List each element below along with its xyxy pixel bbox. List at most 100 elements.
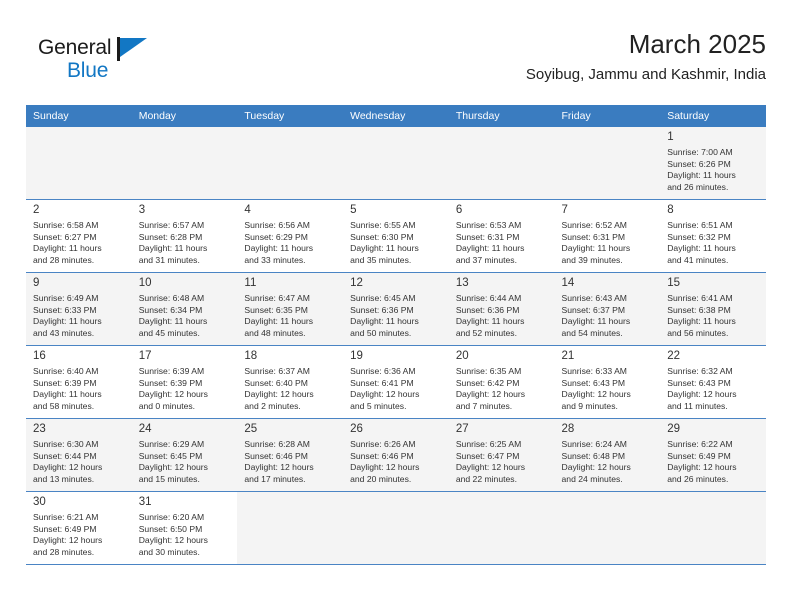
day-sun-info-line: Sunset: 6:47 PM — [455, 450, 520, 461]
page-subtitle: Soyibug, Jammu and Kashmir, India — [525, 66, 766, 83]
calendar-day-cell[interactable]: 5 Sunrise: 6:55 AM Sunset: 6:30 PM Daylight… — [343, 199, 449, 273]
day-number: 20 — [455, 350, 469, 362]
calendar-day-cell[interactable]: 19 Sunrise: 6:36 AM Sunset: 6:41 PM Dayligh… — [343, 345, 449, 419]
day-sun-info: Sunrise: 6:20 AM Sunset: 6:50 PM Daylight:… — [139, 512, 232, 558]
day-sun-info-line: Daylight: 12 hours — [455, 462, 526, 473]
day-sun-info-line: Sunset: 6:32 PM — [667, 231, 731, 242]
page-header: General Blue March 2025 Soyibug, Jammu a… — [26, 28, 766, 94]
day-sun-info-line: Sunrise: 6:51 AM — [667, 220, 733, 230]
calendar-day-cell[interactable]: 3 Sunrise: 6:57 AM Sunset: 6:28 PM Daylight… — [131, 199, 238, 273]
calendar-day-cell[interactable]: 30 Sunrise: 6:21 AM Sunset: 6:49 PM Dayligh… — [26, 491, 132, 565]
calendar-day-cell[interactable]: 28 Sunrise: 6:24 AM Sunset: 6:48 PM Dayligh… — [554, 418, 661, 492]
day-sun-info-line: Sunrise: 6:36 AM — [350, 366, 416, 376]
day-sun-info-line: Sunrise: 6:20 AM — [138, 512, 205, 522]
calendar-day-cell[interactable]: 21 Sunrise: 6:33 AM Sunset: 6:43 PM Dayligh… — [554, 345, 661, 419]
day-sun-info: Sunrise: 6:36 AM Sunset: 6:41 PM Daylight:… — [350, 366, 443, 412]
day-sun-info-line: and 50 minutes. — [350, 327, 412, 338]
calendar-day-cell[interactable]: 27 Sunrise: 6:25 AM Sunset: 6:47 PM Dayligh… — [448, 418, 555, 492]
calendar-day-cell[interactable]: 16 Sunrise: 6:40 AM Sunset: 6:39 PM Dayligh… — [26, 345, 132, 419]
day-sun-info-line: and 54 minutes. — [561, 327, 623, 338]
calendar-day-cell[interactable]: 29 Sunrise: 6:22 AM Sunset: 6:49 PM Dayligh… — [660, 418, 766, 492]
day-sun-info-line: Sunset: 6:28 PM — [138, 231, 203, 242]
day-sun-info: Sunrise: 6:47 AM Sunset: 6:35 PM Daylight:… — [244, 293, 337, 339]
day-cell-content: 23 Sunrise: 6:30 AM Sunset: 6:44 PM Dayligh… — [26, 419, 132, 491]
day-sun-info-line: and 52 minutes. — [455, 327, 517, 338]
day-sun-info-line: and 22 minutes. — [455, 473, 517, 484]
calendar-day-cell[interactable]: 18 Sunrise: 6:37 AM Sunset: 6:40 PM Dayligh… — [237, 345, 344, 419]
day-sun-info: Sunrise: 6:48 AM Sunset: 6:34 PM Daylight:… — [139, 293, 232, 339]
calendar-day-cell[interactable]: 10 Sunrise: 6:48 AM Sunset: 6:34 PM Dayligh… — [131, 272, 238, 346]
day-number: 1 — [667, 131, 674, 143]
calendar-day-cell[interactable]: 7 Sunrise: 6:52 AM Sunset: 6:31 PM Daylight… — [554, 199, 661, 273]
day-sun-info-line: Sunrise: 6:56 AM — [244, 220, 310, 230]
day-sun-info-line: Daylight: 12 hours — [455, 389, 526, 400]
calendar-week-row: 1 Sunrise: 7:00 AM Sunset: 6:26 PM Daylight… — [26, 127, 766, 200]
day-cell-content: 22 Sunrise: 6:32 AM Sunset: 6:43 PM Dayligh… — [660, 346, 766, 418]
day-cell-content: 17 Sunrise: 6:39 AM Sunset: 6:39 PM Dayligh… — [132, 346, 238, 418]
calendar-day-cell[interactable]: 14 Sunrise: 6:43 AM Sunset: 6:37 PM Dayligh… — [554, 272, 661, 346]
day-sun-info-line: Sunset: 6:39 PM — [138, 377, 203, 388]
calendar-week-row: 30 Sunrise: 6:21 AM Sunset: 6:49 PM Dayligh… — [26, 491, 766, 565]
calendar-day-cell[interactable]: 11 Sunrise: 6:47 AM Sunset: 6:35 PM Dayligh… — [237, 272, 344, 346]
day-sun-info-line: Daylight: 12 hours — [667, 462, 737, 473]
calendar-day-cell[interactable]: 22 Sunrise: 6:32 AM Sunset: 6:43 PM Dayligh… — [660, 345, 766, 419]
day-sun-info: Sunrise: 6:51 AM Sunset: 6:32 PM Daylight:… — [667, 220, 760, 266]
day-sun-info: Sunrise: 6:24 AM Sunset: 6:48 PM Daylight:… — [562, 439, 655, 485]
calendar-day-cell[interactable]: 17 Sunrise: 6:39 AM Sunset: 6:39 PM Dayligh… — [131, 345, 238, 419]
weekday-header-monday: Monday — [131, 105, 238, 127]
day-cell-content — [449, 492, 555, 564]
day-number: 7 — [561, 204, 568, 216]
day-cell-content — [343, 127, 449, 199]
day-sun-info-line: and 39 minutes. — [561, 254, 623, 265]
calendar-day-cell[interactable]: 31 Sunrise: 6:20 AM Sunset: 6:50 PM Dayligh… — [131, 491, 238, 565]
day-sun-info-line: Sunrise: 6:37 AM — [244, 366, 310, 376]
day-sun-info-line: and 45 minutes. — [138, 327, 200, 338]
day-sun-info: Sunrise: 6:32 AM Sunset: 6:43 PM Daylight:… — [667, 366, 760, 412]
calendar-day-cell[interactable]: 2 Sunrise: 6:58 AM Sunset: 6:27 PM Daylight… — [26, 199, 132, 273]
calendar-day-cell-empty — [343, 491, 449, 565]
calendar-day-cell[interactable]: 1 Sunrise: 7:00 AM Sunset: 6:26 PM Daylight… — [660, 127, 766, 200]
day-cell-content — [343, 492, 449, 564]
calendar-day-cell[interactable]: 23 Sunrise: 6:30 AM Sunset: 6:44 PM Dayligh… — [26, 418, 132, 492]
calendar-week-row: 2 Sunrise: 6:58 AM Sunset: 6:27 PM Daylight… — [26, 199, 766, 273]
day-sun-info-line: and 0 minutes. — [138, 400, 196, 411]
day-cell-content — [132, 127, 238, 199]
day-number: 25 — [244, 423, 258, 435]
calendar-day-cell[interactable]: 6 Sunrise: 6:53 AM Sunset: 6:31 PM Daylight… — [448, 199, 555, 273]
day-sun-info-line: Daylight: 11 hours — [33, 316, 102, 327]
day-sun-info-line: and 20 minutes. — [350, 473, 412, 484]
day-sun-info-line: Sunset: 6:41 PM — [350, 377, 414, 388]
calendar-day-cell[interactable]: 8 Sunrise: 6:51 AM Sunset: 6:32 PM Daylight… — [660, 199, 766, 273]
day-number: 24 — [138, 423, 152, 435]
day-cell-content: 3 Sunrise: 6:57 AM Sunset: 6:28 PM Daylight… — [132, 200, 238, 272]
day-cell-content: 31 Sunrise: 6:20 AM Sunset: 6:50 PM Dayligh… — [132, 492, 238, 564]
calendar-day-cell[interactable]: 4 Sunrise: 6:56 AM Sunset: 6:29 PM Daylight… — [237, 199, 344, 273]
day-cell-content: 24 Sunrise: 6:29 AM Sunset: 6:45 PM Dayligh… — [132, 419, 238, 491]
day-sun-info: Sunrise: 6:56 AM Sunset: 6:29 PM Daylight:… — [244, 220, 337, 266]
day-sun-info-line: and 17 minutes. — [244, 473, 306, 484]
day-number: 11 — [244, 277, 257, 289]
generalblue-logo[interactable]: General Blue — [38, 36, 218, 92]
day-sun-info-line: Sunrise: 6:57 AM — [138, 220, 205, 230]
day-sun-info-line: Sunset: 6:27 PM — [33, 231, 97, 242]
day-sun-info-line: Sunset: 6:48 PM — [561, 450, 626, 461]
blue-triangle-flag-icon — [117, 37, 147, 61]
day-sun-info-line: Sunset: 6:50 PM — [138, 523, 203, 534]
day-number: 8 — [667, 204, 674, 216]
calendar-day-cell[interactable]: 26 Sunrise: 6:26 AM Sunset: 6:46 PM Dayligh… — [343, 418, 449, 492]
calendar-day-cell[interactable]: 20 Sunrise: 6:35 AM Sunset: 6:42 PM Dayligh… — [448, 345, 555, 419]
day-sun-info: Sunrise: 6:52 AM Sunset: 6:31 PM Daylight:… — [562, 220, 655, 266]
weekday-header-friday: Friday — [554, 105, 661, 127]
calendar-day-cell[interactable]: 13 Sunrise: 6:44 AM Sunset: 6:36 PM Dayligh… — [448, 272, 555, 346]
day-sun-info-line: Sunrise: 6:25 AM — [455, 439, 522, 449]
day-sun-info: Sunrise: 6:30 AM Sunset: 6:44 PM Daylight:… — [33, 439, 126, 485]
calendar-day-cell[interactable]: 9 Sunrise: 6:49 AM Sunset: 6:33 PM Daylight… — [26, 272, 132, 346]
day-number: 16 — [33, 350, 46, 362]
calendar-day-cell[interactable]: 25 Sunrise: 6:28 AM Sunset: 6:46 PM Dayligh… — [237, 418, 344, 492]
page-title: March 2025 — [628, 29, 766, 59]
day-sun-info-line: Daylight: 11 hours — [667, 243, 736, 254]
calendar-day-cell[interactable]: 24 Sunrise: 6:29 AM Sunset: 6:45 PM Dayligh… — [131, 418, 238, 492]
calendar-day-cell[interactable]: 15 Sunrise: 6:41 AM Sunset: 6:38 PM Dayligh… — [660, 272, 766, 346]
calendar-day-cell[interactable]: 12 Sunrise: 6:45 AM Sunset: 6:36 PM Dayligh… — [343, 272, 449, 346]
day-cell-content: 18 Sunrise: 6:37 AM Sunset: 6:40 PM Dayligh… — [237, 346, 343, 418]
